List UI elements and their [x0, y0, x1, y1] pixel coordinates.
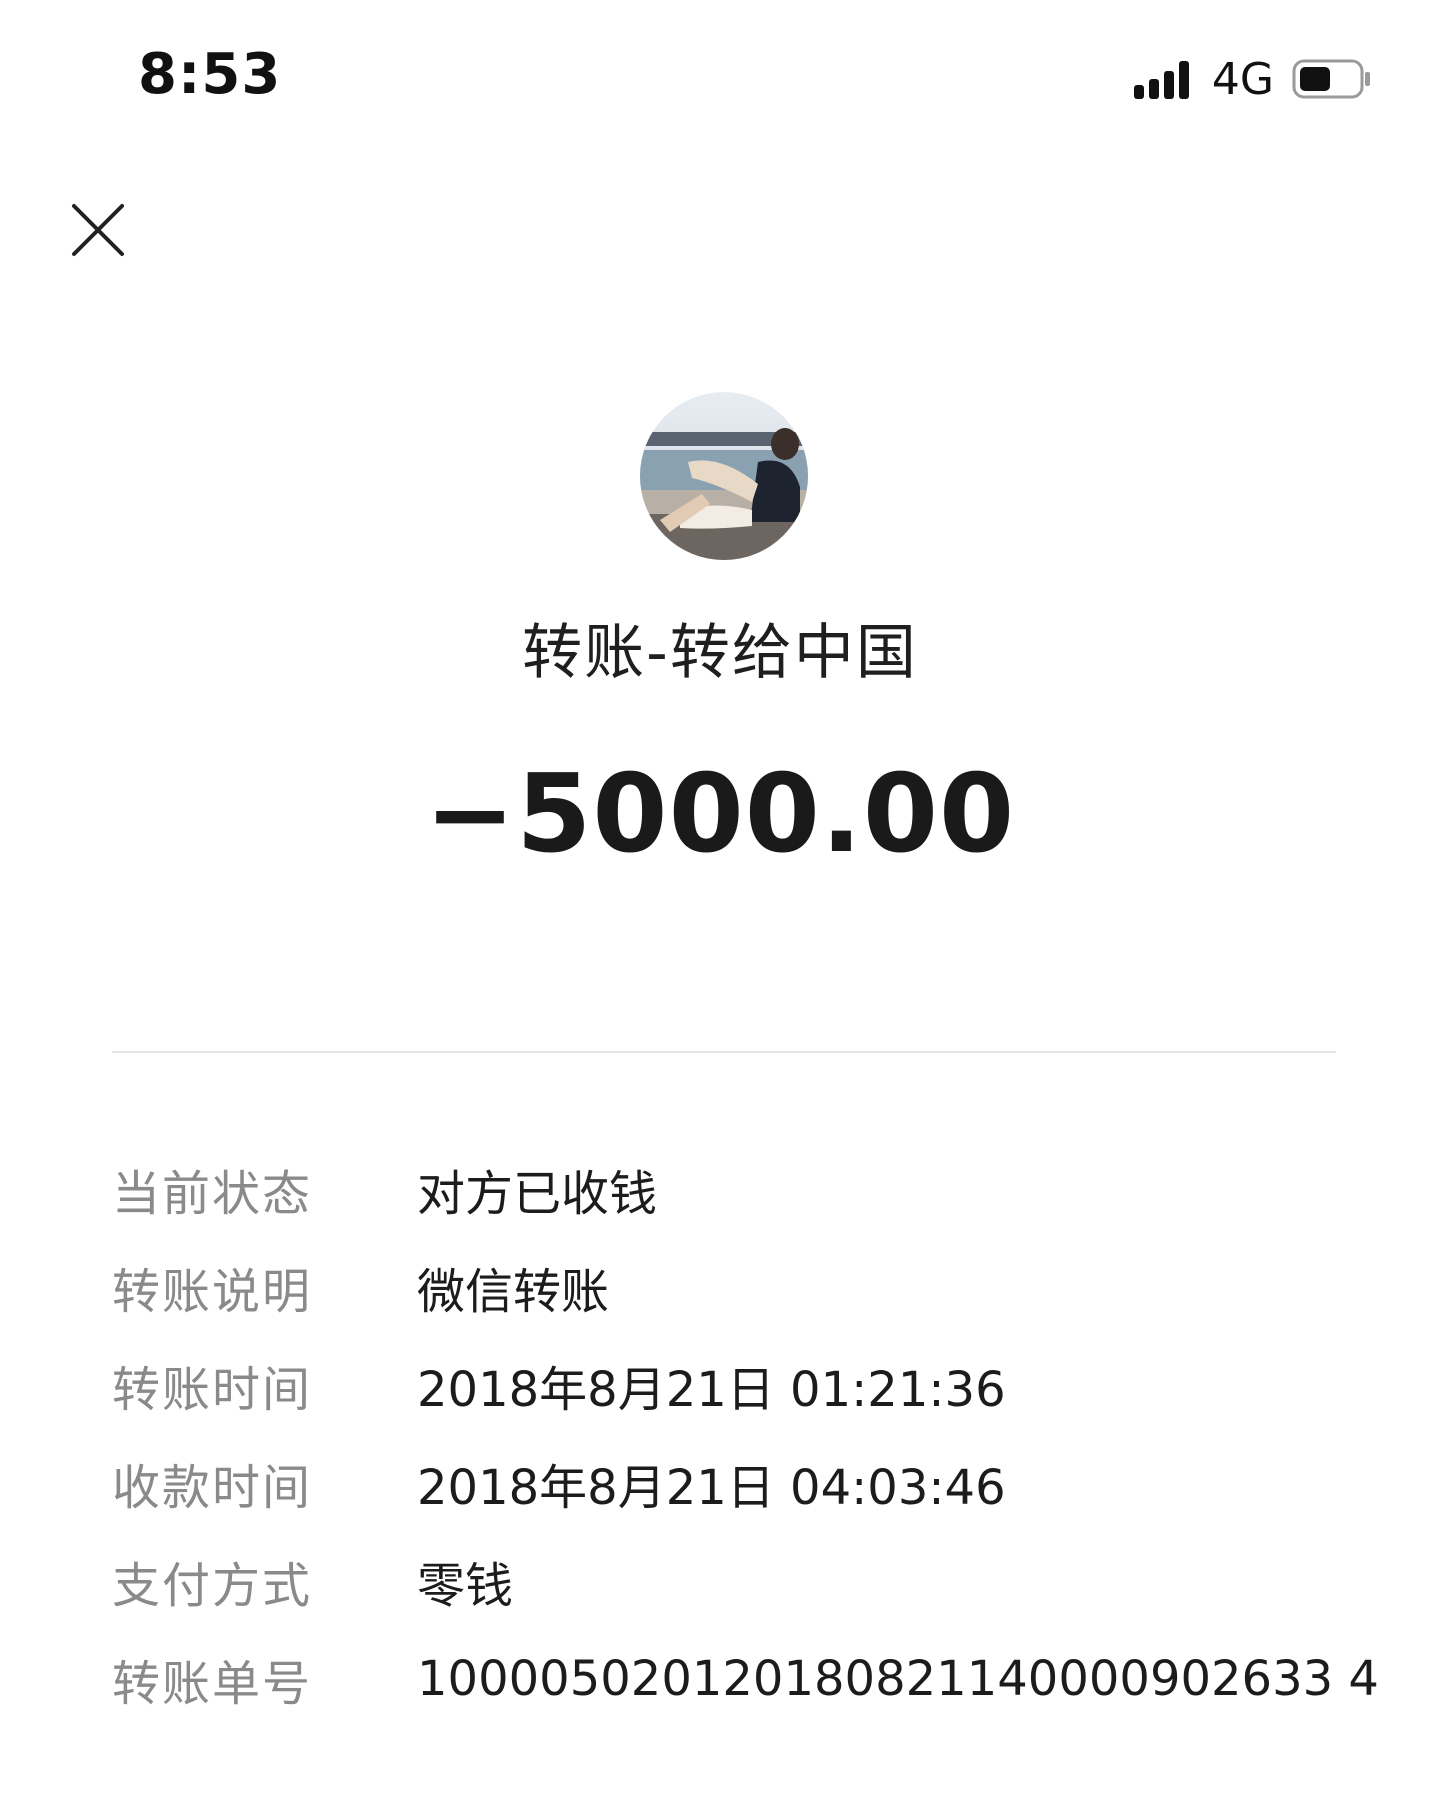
detail-value: 对方已收钱 — [417, 1166, 658, 1222]
detail-row-transfer-time: 转账时间 2018年8月21日 01:21:36 — [112, 1336, 1412, 1434]
detail-label: 转账时间 — [112, 1362, 313, 1418]
status-time: 8:53 — [138, 42, 282, 107]
detail-label: 转账说明 — [112, 1264, 313, 1320]
close-icon — [72, 204, 124, 256]
transfer-details: 当前状态 对方已收钱 转账说明 微信转账 转账时间 2018年8月21日 01:… — [112, 1140, 1412, 1728]
signal-bars-icon — [1133, 59, 1194, 99]
detail-row-payment-method: 支付方式 零钱 — [112, 1532, 1412, 1630]
avatar — [640, 392, 808, 560]
detail-label: 支付方式 — [112, 1558, 313, 1614]
divider — [112, 1051, 1336, 1053]
detail-label: 转账单号 — [112, 1656, 313, 1712]
detail-value: 2018年8月21日 01:21:36 — [417, 1362, 1006, 1418]
transfer-amount: −5000.00 — [424, 752, 1016, 877]
detail-row-transfer-number: 转账单号 100005020120180821140000902633 4 — [112, 1630, 1412, 1728]
close-button[interactable] — [68, 200, 128, 260]
detail-value: 2018年8月21日 04:03:46 — [417, 1460, 1006, 1516]
detail-value: 零钱 — [417, 1558, 514, 1614]
transfer-title: 转账-转给中国 — [522, 618, 918, 688]
battery-icon — [1292, 58, 1372, 100]
transfer-number: 100005020120180821140000902633 4 — [417, 1651, 1379, 1707]
detail-row-description: 转账说明 微信转账 — [112, 1238, 1412, 1336]
detail-label: 当前状态 — [112, 1166, 313, 1222]
detail-row-receive-time: 收款时间 2018年8月21日 04:03:46 — [112, 1434, 1412, 1532]
status-indicators: 4G — [1133, 53, 1372, 105]
detail-label: 收款时间 — [112, 1460, 313, 1516]
detail-value: 微信转账 — [417, 1264, 610, 1320]
detail-row-status: 当前状态 对方已收钱 — [112, 1140, 1412, 1238]
network-type-label: 4G — [1211, 53, 1274, 105]
